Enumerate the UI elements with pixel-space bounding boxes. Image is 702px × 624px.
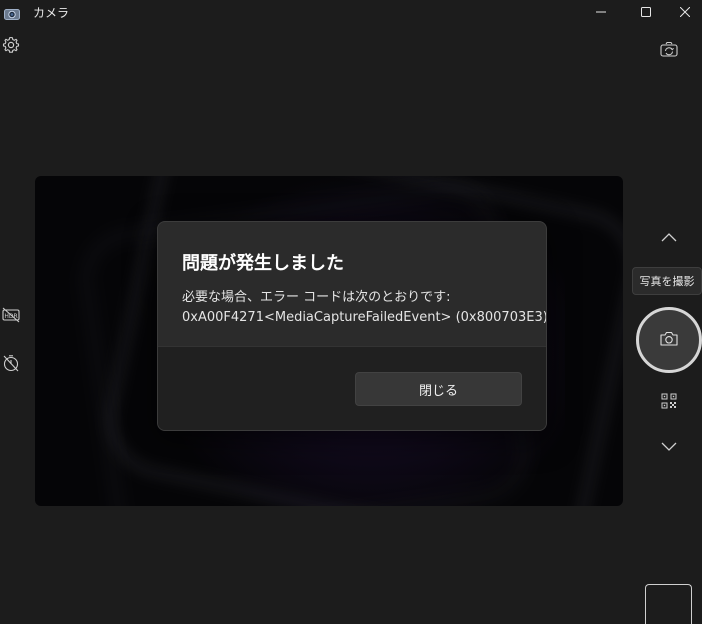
- mode-tooltip: 写真を撮影: [632, 267, 702, 295]
- dialog-footer: 閉じる: [158, 346, 546, 430]
- title-bar: カメラ: [0, 0, 702, 24]
- camera-app-icon: [4, 5, 20, 20]
- qr-code-mode-button[interactable]: [659, 393, 679, 413]
- dialog-message-line2: 0xA00F4271<MediaCaptureFailedEvent> (0x8…: [182, 310, 547, 325]
- chevron-down-icon: [661, 437, 677, 456]
- dialog-title: 問題が発生しました: [182, 253, 344, 274]
- minimize-button[interactable]: [578, 0, 624, 24]
- hdr-button[interactable]: HDR: [1, 307, 21, 327]
- timer-off-icon: [2, 354, 20, 376]
- close-window-button[interactable]: [668, 0, 702, 24]
- switch-camera-button[interactable]: [658, 41, 680, 63]
- camera-icon: [660, 331, 678, 350]
- mode-down-button[interactable]: [658, 436, 680, 456]
- take-photo-button[interactable]: [636, 307, 702, 373]
- chevron-up-icon: [661, 227, 677, 246]
- dialog-message: 必要な場合、エラー コードは次のとおりです: 0xA00F4271<MediaC…: [182, 288, 547, 328]
- timer-button[interactable]: [1, 355, 21, 375]
- mode-up-button[interactable]: [658, 226, 680, 246]
- switch-camera-icon: [659, 41, 679, 63]
- window-title: カメラ: [33, 6, 70, 20]
- maximize-button[interactable]: [623, 0, 669, 24]
- gallery-thumbnail-button[interactable]: [645, 584, 692, 624]
- qr-code-icon: [661, 393, 677, 413]
- settings-button[interactable]: [1, 36, 21, 58]
- maximize-icon: [641, 7, 651, 17]
- settings-gear-icon: [2, 36, 20, 58]
- dialog-close-button[interactable]: 閉じる: [355, 372, 522, 406]
- error-dialog: 問題が発生しました 必要な場合、エラー コードは次のとおりです: 0xA00F4…: [157, 221, 547, 431]
- close-icon: [680, 7, 690, 17]
- dialog-message-line1: 必要な場合、エラー コードは次のとおりです:: [182, 290, 451, 305]
- hdr-off-icon: HDR: [2, 307, 20, 327]
- minimize-icon: [596, 7, 606, 17]
